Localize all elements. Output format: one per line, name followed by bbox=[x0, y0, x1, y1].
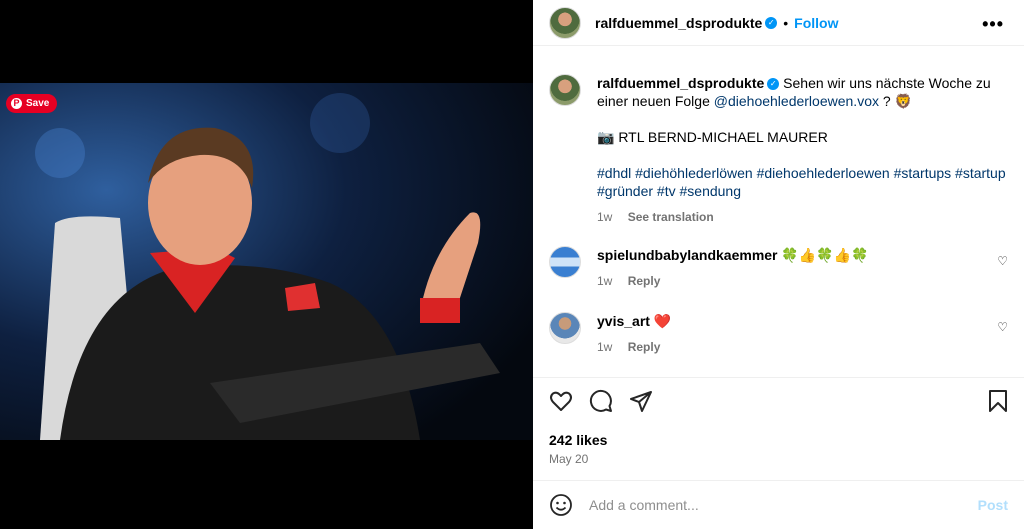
caption-mention[interactable]: @diehoehlederloewen.vox bbox=[714, 93, 879, 109]
caption-age: 1w bbox=[597, 210, 613, 224]
emoji-icon[interactable] bbox=[549, 493, 573, 517]
post-panel: ralfduemmel_dsprodukte ✓ • Follow ••• ra… bbox=[533, 0, 1024, 529]
caption-avatar[interactable] bbox=[549, 74, 581, 106]
comment-body: spielundbabylandkaemmer 🍀👍🍀👍🍀 1w Reply bbox=[597, 246, 1007, 290]
share-icon[interactable] bbox=[629, 389, 653, 413]
pinterest-icon: P bbox=[11, 98, 22, 109]
reply-button[interactable]: Reply bbox=[628, 274, 661, 288]
avatar[interactable] bbox=[549, 6, 581, 39]
caption-meta: 1w See translation bbox=[597, 208, 1007, 226]
verified-icon: ✓ bbox=[765, 16, 778, 29]
caption-text: ralfduemmel_dsprodukte ✓ Sehen wir uns nä… bbox=[597, 74, 1007, 110]
comment-age: 1w bbox=[597, 274, 613, 288]
comment-like-heart-icon[interactable]: ♡ bbox=[997, 254, 1008, 268]
comment-username[interactable]: spielundbabylandkaemmer bbox=[597, 247, 778, 263]
caption-body: ralfduemmel_dsprodukte ✓ Sehen wir uns nä… bbox=[597, 74, 1007, 226]
photo-illustration bbox=[0, 83, 533, 440]
save-button[interactable]: P Save bbox=[6, 94, 58, 113]
post-comment-button[interactable]: Post bbox=[978, 497, 1008, 513]
comment-item: spielundbabylandkaemmer 🍀👍🍀👍🍀 1w Reply bbox=[549, 246, 1007, 290]
see-translation-link[interactable]: See translation bbox=[628, 210, 714, 224]
caption: ralfduemmel_dsprodukte ✓ Sehen wir uns nä… bbox=[549, 74, 1007, 226]
add-comment-bar: Post bbox=[533, 480, 1024, 529]
heart-icon[interactable] bbox=[549, 389, 573, 413]
photo-credit: 📷 RTL BERND-MICHAEL MAURER bbox=[597, 129, 828, 145]
post-header: ralfduemmel_dsprodukte ✓ • Follow ••• bbox=[533, 0, 1024, 46]
save-label: Save bbox=[26, 98, 50, 109]
follow-button[interactable]: Follow bbox=[794, 15, 838, 31]
hashtags[interactable]: #dhdl #diehöhlederlöwen #diehoehlederloe… bbox=[597, 164, 1007, 200]
caption-tail: ? 🦁 bbox=[878, 93, 912, 109]
comment-icon[interactable] bbox=[589, 389, 613, 413]
comment-meta: 1w Reply bbox=[597, 338, 1007, 356]
header-user: ralfduemmel_dsprodukte ✓ • Follow bbox=[595, 15, 839, 31]
caption-username[interactable]: ralfduemmel_dsprodukte bbox=[597, 75, 764, 91]
header-username[interactable]: ralfduemmel_dsprodukte bbox=[595, 15, 762, 31]
comment-text: spielundbabylandkaemmer 🍀👍🍀👍🍀 bbox=[597, 246, 1007, 264]
comment-like-heart-icon[interactable]: ♡ bbox=[997, 320, 1008, 334]
comment-text: yvis_art ❤️ bbox=[597, 312, 1007, 330]
comment-username[interactable]: yvis_art bbox=[597, 313, 650, 329]
more-options-icon[interactable]: ••• bbox=[982, 14, 1004, 35]
separator-dot: • bbox=[783, 14, 789, 31]
comment-avatar[interactable] bbox=[549, 312, 581, 344]
comment-message: 🍀👍🍀👍🍀 bbox=[781, 247, 869, 263]
comments-section[interactable]: ralfduemmel_dsprodukte ✓ Sehen wir uns nä… bbox=[533, 46, 1024, 378]
bookmark-icon[interactable] bbox=[987, 389, 1009, 413]
post-media: P Save bbox=[0, 0, 533, 529]
comment-message: ❤️ bbox=[653, 313, 672, 329]
comment-input[interactable] bbox=[589, 497, 978, 513]
post-date[interactable]: May 20 bbox=[549, 452, 588, 466]
comment-item: yvis_art ❤️ 1w Reply bbox=[549, 312, 1007, 356]
post-photo[interactable] bbox=[0, 83, 533, 440]
verified-icon: ✓ bbox=[767, 78, 780, 91]
comment-age: 1w bbox=[597, 340, 613, 354]
post-actions bbox=[549, 389, 1009, 415]
comment-meta: 1w Reply bbox=[597, 272, 1007, 290]
comment-body: yvis_art ❤️ 1w Reply bbox=[597, 312, 1007, 356]
reply-button[interactable]: Reply bbox=[628, 340, 661, 354]
likes-count[interactable]: 242 likes bbox=[549, 432, 607, 448]
comment-avatar[interactable] bbox=[549, 246, 581, 278]
